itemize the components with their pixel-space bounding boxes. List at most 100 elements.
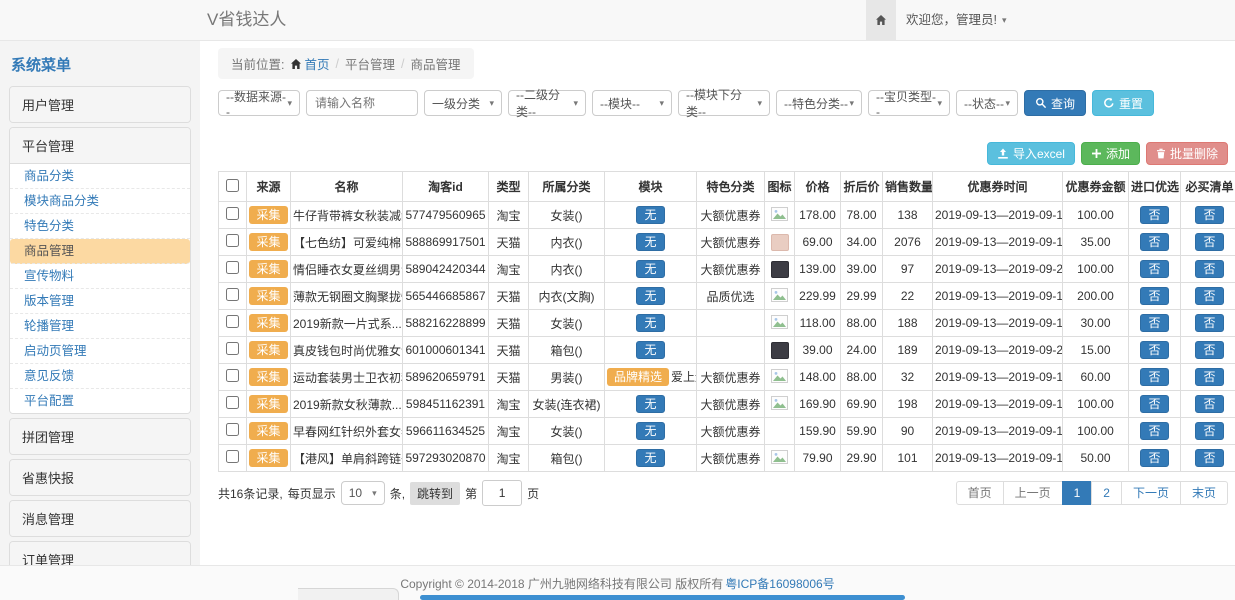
sidebar-item-商品分类[interactable]: 商品分类 bbox=[10, 164, 190, 189]
filter-select-module-sub-category[interactable]: --模块下分类--▾ bbox=[678, 90, 770, 116]
module-cell: 无 bbox=[605, 391, 697, 418]
must-buy-toggle[interactable]: 否 bbox=[1195, 422, 1223, 440]
imported-toggle[interactable]: 否 bbox=[1140, 287, 1168, 305]
must-buy-toggle[interactable]: 否 bbox=[1195, 368, 1223, 386]
source-cell: 采集 bbox=[247, 202, 291, 229]
must-buy-toggle[interactable]: 否 bbox=[1195, 233, 1223, 251]
filter-select-data-source[interactable]: --数据来源--▾ bbox=[218, 90, 300, 116]
row-checkbox[interactable] bbox=[226, 315, 239, 328]
imported-toggle[interactable]: 否 bbox=[1140, 233, 1168, 251]
sidebar-group-header[interactable]: 订单管理 bbox=[10, 542, 190, 565]
sidebar-item-轮播管理[interactable]: 轮播管理 bbox=[10, 314, 190, 339]
sidebar-group-header[interactable]: 省惠快报 bbox=[10, 460, 190, 495]
filter-select-level1-category[interactable]: 一级分类▾ bbox=[424, 90, 502, 116]
user-menu[interactable]: 欢迎您，管理员! ▾ bbox=[906, 0, 1007, 40]
jump-page-input[interactable] bbox=[482, 480, 522, 506]
plus-icon bbox=[1091, 148, 1102, 159]
header-home-button[interactable] bbox=[866, 0, 896, 40]
filter-select-status[interactable]: --状态--▾ bbox=[956, 90, 1018, 116]
module-none-badge[interactable]: 无 bbox=[636, 206, 664, 224]
filter-select-module[interactable]: --模块--▾ bbox=[592, 90, 672, 116]
breadcrumb-home-link[interactable]: 首页 bbox=[290, 54, 329, 73]
sidebar-item-宣传物料[interactable]: 宣传物料 bbox=[10, 264, 190, 289]
import-excel-button[interactable]: 导入excel bbox=[987, 142, 1075, 165]
app-brand: V省钱达人 bbox=[207, 0, 286, 40]
jump-button[interactable]: 跳转到 bbox=[410, 482, 460, 505]
imported-toggle[interactable]: 否 bbox=[1140, 422, 1168, 440]
module-none-badge[interactable]: 无 bbox=[636, 260, 664, 278]
sidebar-group: 平台管理商品分类模块商品分类特色分类商品管理宣传物料版本管理轮播管理启动页管理意… bbox=[9, 127, 191, 414]
module-none-badge[interactable]: 无 bbox=[636, 449, 664, 467]
must-buy-toggle[interactable]: 否 bbox=[1195, 287, 1223, 305]
module-none-badge[interactable]: 无 bbox=[636, 341, 664, 359]
must-buy-cell: 否 bbox=[1181, 337, 1235, 364]
imported-toggle[interactable]: 否 bbox=[1140, 395, 1168, 413]
row-checkbox[interactable] bbox=[226, 261, 239, 274]
row-checkbox[interactable] bbox=[226, 450, 239, 463]
sidebar-item-启动页管理[interactable]: 启动页管理 bbox=[10, 339, 190, 364]
must-buy-toggle[interactable]: 否 bbox=[1195, 260, 1223, 278]
must-buy-toggle[interactable]: 否 bbox=[1195, 449, 1223, 467]
select-all-checkbox[interactable] bbox=[226, 179, 239, 192]
sidebar-item-平台配置[interactable]: 平台配置 bbox=[10, 389, 190, 413]
sidebar-item-商品管理[interactable]: 商品管理 bbox=[10, 239, 190, 264]
page-button-首页[interactable]: 首页 bbox=[956, 481, 1004, 505]
row-checkbox[interactable] bbox=[226, 207, 239, 220]
sidebar-item-意见反馈[interactable]: 意见反馈 bbox=[10, 364, 190, 389]
imported-toggle[interactable]: 否 bbox=[1140, 368, 1168, 386]
filter-select-level2-category[interactable]: --二级分类--▾ bbox=[508, 90, 586, 116]
page-button-2[interactable]: 2 bbox=[1091, 481, 1122, 505]
sidebar-item-模块商品分类[interactable]: 模块商品分类 bbox=[10, 189, 190, 214]
page-button-末页[interactable]: 末页 bbox=[1180, 481, 1228, 505]
must-buy-toggle[interactable]: 否 bbox=[1195, 395, 1223, 413]
filter-select-feature-category[interactable]: --特色分类--▾ bbox=[776, 90, 862, 116]
sidebar-group-header[interactable]: 平台管理 bbox=[10, 128, 190, 164]
product-thumbnail bbox=[771, 342, 789, 359]
module-none-badge[interactable]: 无 bbox=[636, 287, 664, 305]
module-none-badge[interactable]: 无 bbox=[636, 314, 664, 332]
sales-cell: 90 bbox=[883, 418, 933, 445]
feature-category-cell: 大额优惠券 bbox=[697, 256, 765, 283]
row-checkbox[interactable] bbox=[226, 342, 239, 355]
module-none-badge[interactable]: 无 bbox=[636, 395, 664, 413]
imported-toggle[interactable]: 否 bbox=[1140, 341, 1168, 359]
page-button-上一页[interactable]: 上一页 bbox=[1003, 481, 1063, 505]
batch-delete-button[interactable]: 批量删除 bbox=[1146, 142, 1228, 165]
row-checkbox[interactable] bbox=[226, 288, 239, 301]
must-buy-toggle[interactable]: 否 bbox=[1195, 206, 1223, 224]
sidebar-group-header[interactable]: 用户管理 bbox=[10, 87, 190, 122]
imported-toggle[interactable]: 否 bbox=[1140, 260, 1168, 278]
sidebar-group-header[interactable]: 消息管理 bbox=[10, 501, 190, 536]
imported-toggle[interactable]: 否 bbox=[1140, 449, 1168, 467]
reset-button[interactable]: 重置 bbox=[1092, 90, 1154, 116]
module-none-badge[interactable]: 无 bbox=[636, 422, 664, 440]
icp-link[interactable]: 粤ICP备16098006号 bbox=[725, 575, 834, 592]
must-buy-toggle[interactable]: 否 bbox=[1195, 314, 1223, 332]
price-cell: 148.00 bbox=[795, 364, 841, 391]
row-checkbox[interactable] bbox=[226, 396, 239, 409]
module-none-badge[interactable]: 无 bbox=[636, 233, 664, 251]
table-row: 采集薄款无钢圈文胸聚拢性...565446685867天猫内衣(文胸)无品质优选… bbox=[219, 283, 1235, 310]
search-button[interactable]: 查询 bbox=[1024, 90, 1086, 116]
add-button[interactable]: 添加 bbox=[1081, 142, 1140, 165]
page-button-下一页[interactable]: 下一页 bbox=[1121, 481, 1181, 505]
module-cell: 无 bbox=[605, 418, 697, 445]
horizontal-scrollbar-thumb[interactable] bbox=[420, 595, 905, 600]
filter-select-item-type[interactable]: --宝贝类型--▾ bbox=[868, 90, 950, 116]
row-checkbox[interactable] bbox=[226, 423, 239, 436]
page-size-select[interactable]: 10 ▾ bbox=[341, 481, 385, 505]
imported-toggle[interactable]: 否 bbox=[1140, 206, 1168, 224]
source-badge: 采集 bbox=[249, 260, 287, 278]
sidebar-item-特色分类[interactable]: 特色分类 bbox=[10, 214, 190, 239]
table-row: 采集【港风】单肩斜跨链条...597293020870淘宝箱包()无大额优惠券7… bbox=[219, 445, 1235, 472]
row-checkbox-cell bbox=[219, 445, 247, 472]
row-checkbox[interactable] bbox=[226, 369, 239, 382]
sidebar-group-header[interactable]: 拼团管理 bbox=[10, 419, 190, 454]
filter-name-input[interactable] bbox=[306, 90, 418, 116]
filter-select-value: --二级分类-- bbox=[516, 86, 573, 120]
row-checkbox[interactable] bbox=[226, 234, 239, 247]
imported-toggle[interactable]: 否 bbox=[1140, 314, 1168, 332]
sidebar-item-版本管理[interactable]: 版本管理 bbox=[10, 289, 190, 314]
must-buy-toggle[interactable]: 否 bbox=[1195, 341, 1223, 359]
page-button-1[interactable]: 1 bbox=[1062, 481, 1093, 505]
